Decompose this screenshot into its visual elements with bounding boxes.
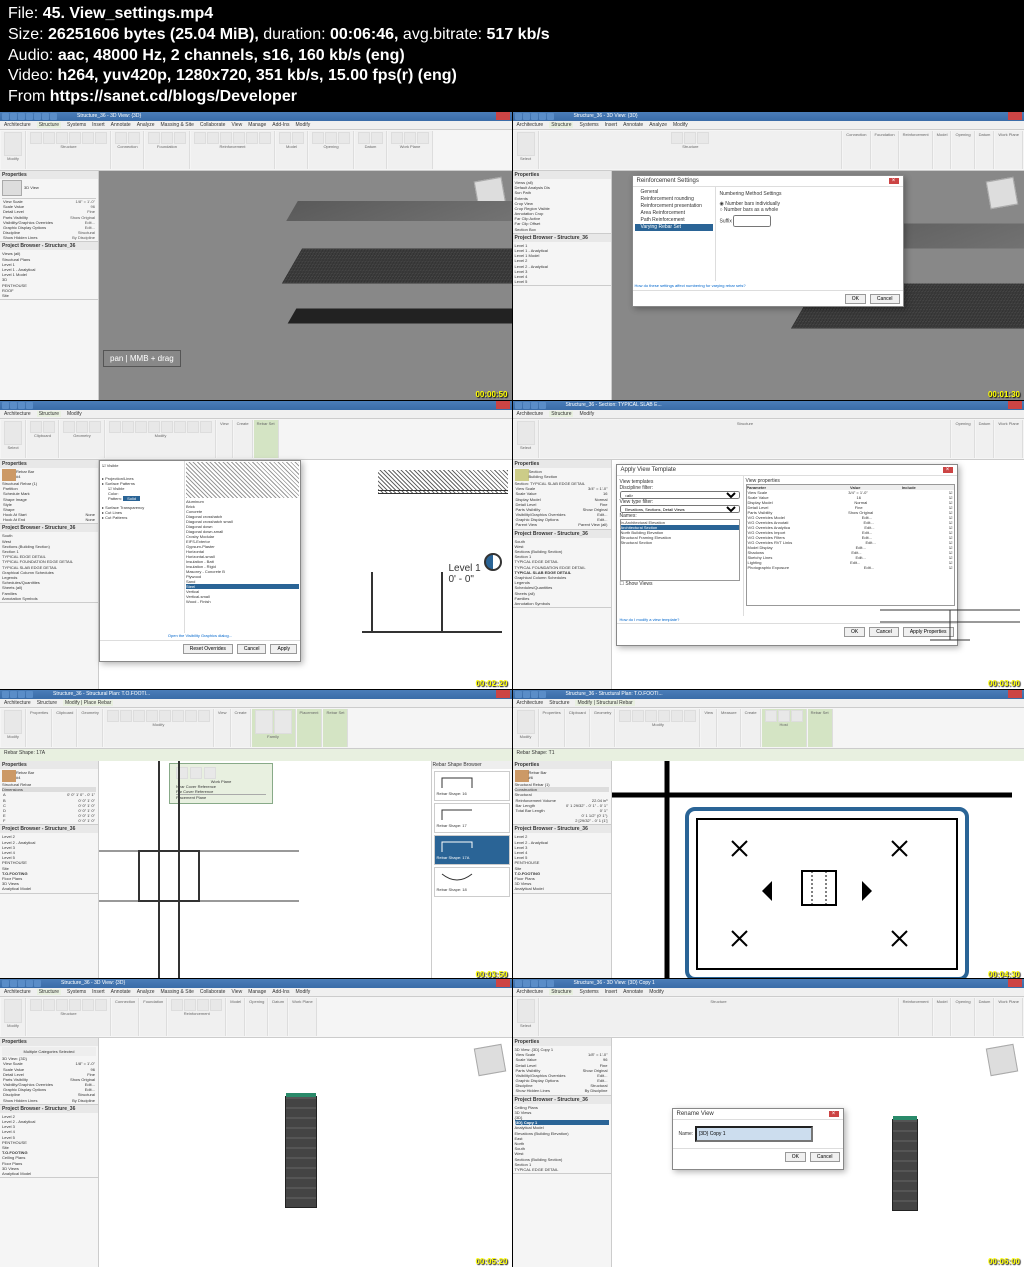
suffix-input[interactable]: [733, 215, 771, 227]
ok-button[interactable]: OK: [844, 627, 865, 637]
section-icon: [515, 469, 529, 481]
browser-header: Project Browser - Structure_36: [0, 242, 98, 250]
properties-header: Properties: [0, 171, 98, 179]
dialog-close-icon[interactable]: ×: [829, 1111, 839, 1117]
rebar-icon: [2, 469, 16, 481]
media-info-header: File: 45. View_settings.mp4 Size: 262516…: [0, 0, 1024, 112]
section-canvas[interactable]: ☑ Visible ▸ Projection/Lines ▸ Surface P…: [99, 460, 512, 689]
view-cube-icon: [2, 180, 22, 196]
plan-canvas[interactable]: Work Plane Near Cover ReferenceFar Cover…: [99, 761, 512, 978]
ok-button[interactable]: OK: [785, 1152, 806, 1162]
viewcube[interactable]: [473, 1044, 505, 1076]
3d-canvas[interactable]: 00:05:20: [99, 1038, 512, 1267]
window-titlebar: Structure_36 - 3D View: {3D}: [0, 112, 512, 121]
timestamp: 00:00:50: [475, 390, 507, 399]
close-icon[interactable]: [496, 112, 510, 120]
cancel-button[interactable]: Cancel: [870, 294, 900, 304]
tooltip: pan | MMB + drag: [103, 350, 181, 367]
frame-0: Structure_36 - 3D View: {3D} Architectur…: [0, 112, 512, 400]
menubar[interactable]: ArchitectureStructureSystemsInsertAnnota…: [0, 121, 512, 130]
help-link[interactable]: How do these settings affect numbering f…: [635, 283, 746, 288]
viewcube[interactable]: [986, 177, 1018, 209]
discipline-select[interactable]: <all>: [620, 491, 740, 499]
section-canvas[interactable]: Apply View Template× View templates Disc…: [612, 460, 1024, 689]
reinforcement-settings-dialog[interactable]: Reinforcement Settings× GeneralReinforce…: [632, 175, 904, 307]
screenshot-grid: Structure_36 - 3D View: {3D} Architectur…: [0, 112, 1024, 1267]
3d-canvas[interactable]: pan | MMB + drag 00:00:50: [99, 171, 512, 400]
frame-1: Structure_36 - 3D View: {3D} Architectur…: [513, 112, 1024, 400]
left-panel: Properties 3D View View Scale1/8" = 1'-0…: [0, 171, 99, 400]
dialog-close-icon[interactable]: ×: [889, 178, 899, 184]
project-browser[interactable]: Views (all) Structural Plans Level 1 Lev…: [0, 250, 98, 299]
help-link[interactable]: How do I modify a view template?: [620, 617, 680, 622]
viewtype-select[interactable]: Elevations, Sections, Detail Views: [620, 505, 740, 513]
ribbon[interactable]: ModifyStructureConnectionFoundationReinf…: [0, 130, 512, 171]
cancel-button[interactable]: Cancel: [810, 1152, 840, 1162]
rename-input[interactable]: [695, 1126, 813, 1142]
3d-canvas[interactable]: Rename View× Name: OKCancel 00:06:00: [612, 1038, 1024, 1267]
frame-2: ArchitectureStructureModify SelectClipbo…: [0, 401, 512, 689]
visibility-dialog[interactable]: ☑ Visible ▸ Projection/Lines ▸ Surface P…: [99, 460, 301, 662]
close-icon[interactable]: [1008, 112, 1022, 120]
plan-canvas[interactable]: 00:04:30: [612, 761, 1024, 978]
open-vg-link[interactable]: Open the Visibility Graphics dialog...: [168, 633, 232, 638]
frame-6: Structure_36 - 3D View: {3D} Architectur…: [0, 979, 512, 1267]
frame-4: Structure_36 - Structural Plan: T.O.FOOT…: [0, 690, 512, 978]
dialog-close-icon[interactable]: ×: [943, 467, 953, 473]
building-model[interactable]: [285, 1096, 317, 1208]
frame-7: Structure_36 - 3D View: {3D} Copy 1 Arch…: [513, 979, 1024, 1267]
ok-button[interactable]: OK: [845, 294, 866, 304]
frame-3: Structure_36 - Section: TYPICAL SLAB E..…: [513, 401, 1024, 689]
building-model[interactable]: [892, 1119, 918, 1211]
rename-view-dialog[interactable]: Rename View× Name: OKCancel: [672, 1108, 844, 1170]
rebar-shape-browser[interactable]: Rebar Shape Browser Rebar Shape: 16 Reba…: [431, 761, 512, 978]
3d-canvas[interactable]: Reinforcement Settings× GeneralReinforce…: [612, 171, 1024, 400]
viewcube[interactable]: [986, 1044, 1018, 1076]
frame-5: Structure_36 - Structural Plan: T.O.FOOT…: [513, 690, 1024, 978]
